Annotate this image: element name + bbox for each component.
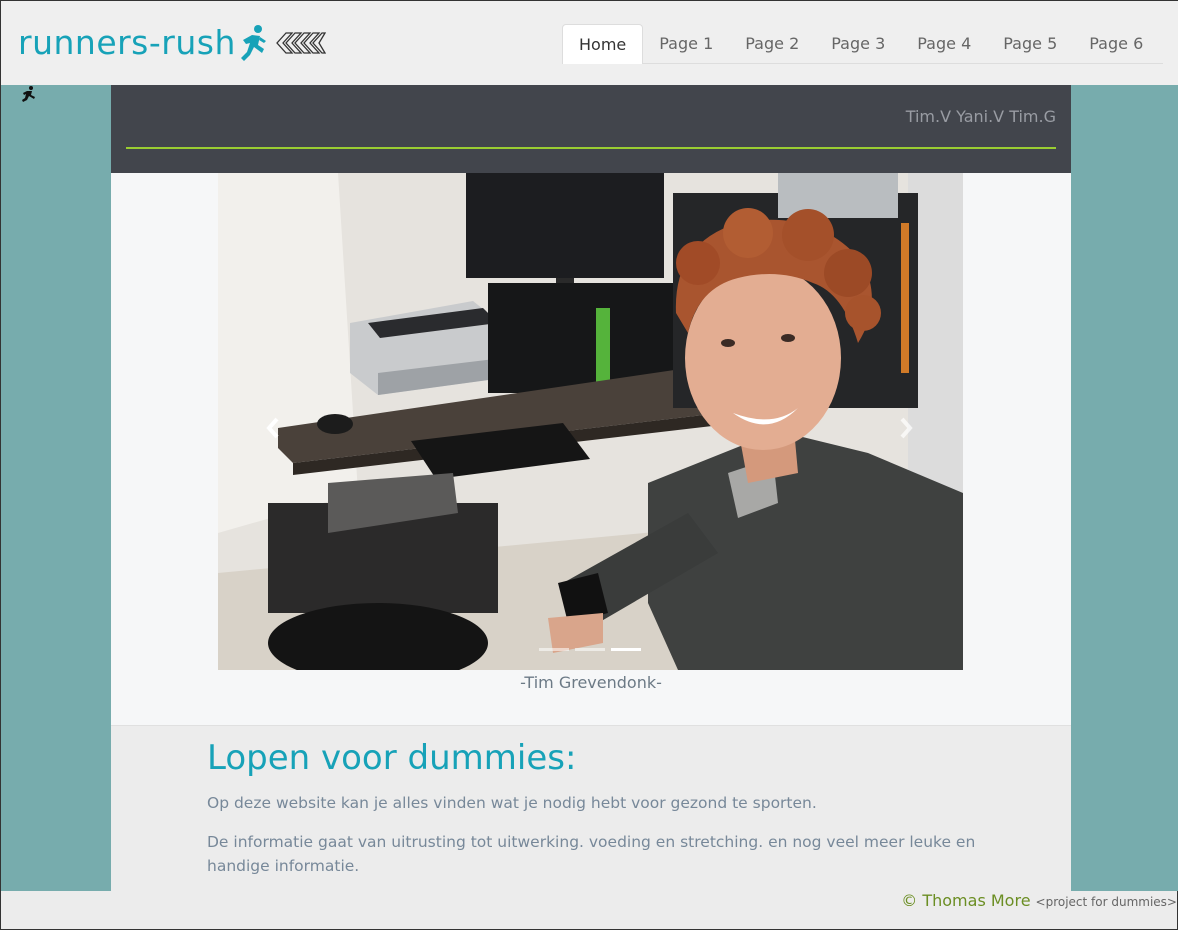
carousel-indicators [539,648,641,651]
carousel: -Tim Grevendonk- [111,173,1071,725]
intro-paragraph-2: De informatie gaat van uitrusting tot ui… [207,833,976,875]
intro-paragraph-1: Op deze website kan je alles vinden wat … [207,794,817,812]
nav-item-page-3[interactable]: Page 3 [815,24,901,63]
nav-item-page-5[interactable]: Page 5 [987,24,1073,63]
carousel-indicator-3[interactable] [611,648,641,651]
carousel-prev-button[interactable] [258,413,288,443]
brand-name: runners-rush [18,23,236,62]
nav-item-home[interactable]: Home [562,24,644,64]
runner-icon [240,25,266,61]
nav-item-page-1[interactable]: Page 1 [643,24,729,63]
copyright-text: © Thomas More [901,891,1031,910]
site-footer: © Thomas More <project for dummies> [901,891,1177,915]
intro-section: Lopen voor dummies: Op deze website kan … [111,725,1071,891]
left-side-panel [1,85,111,891]
small-runner-icon [22,86,35,102]
site-logo[interactable]: runners-rush [18,21,326,65]
carousel-indicator-2[interactable] [575,648,605,651]
nav-item-page-6[interactable]: Page 6 [1073,24,1159,63]
carousel-indicator-1[interactable] [539,648,569,651]
footer-note: <project for dummies> [1035,895,1177,909]
main-nav: Home Page 1 Page 2 Page 3 Page 4 Page 5 … [562,24,1163,64]
photo-caption: -Tim Grevendonk- [520,673,662,692]
chevrons-icon [276,32,326,54]
right-side-panel [1071,85,1178,891]
site-header: runners-rush Home Page 1 Page 2 Page 3 P… [1,1,1178,85]
chevron-right-icon [900,417,913,439]
carousel-next-button[interactable] [891,413,921,443]
authors-text: Tim.V Yani.V Tim.G [905,107,1056,126]
nav-item-page-4[interactable]: Page 4 [901,24,987,63]
title-band: Tim.V Yani.V Tim.G [111,85,1071,173]
carousel-photo [218,173,963,670]
page-title: Lopen voor dummies: [207,738,577,778]
accent-divider [126,147,1056,149]
nav-item-page-2[interactable]: Page 2 [729,24,815,63]
chevron-left-icon [266,417,279,439]
